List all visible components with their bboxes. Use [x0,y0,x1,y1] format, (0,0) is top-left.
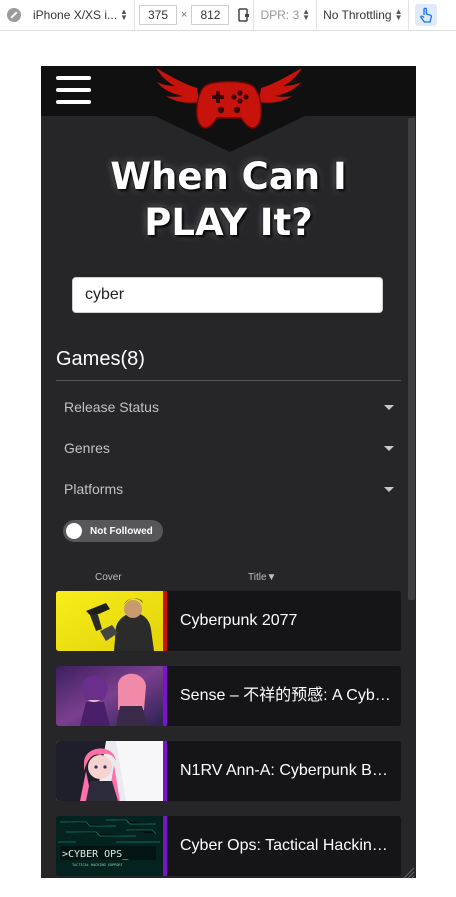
game-title: Cyberpunk 2077 [180,612,298,629]
menu-icon[interactable] [56,76,91,104]
throttle-label: No Throttling [323,8,392,22]
game-accent-stripe [163,741,167,801]
rotate-icon[interactable] [233,8,253,22]
game-row[interactable]: Sense – 不祥的预感: A Cyberpunk Ghost Story [56,666,401,726]
site-title-line1: When Can I [110,155,347,198]
devtools-toolbar: iPhone X/XS i... ▲ ▼ 375 × 812 DPR: 3 ▲ ▼ … [0,0,456,31]
game-cover-image [56,666,163,726]
game-row[interactable]: >CYBER OPS_ TACTICAL HACKING SUPPORT Cyb… [56,816,401,876]
toolbar-divider [408,0,410,30]
game-title: Sense – 不祥的预感: A Cyberpunk Ghost Story [180,687,392,704]
filter-genres[interactable]: Genres [64,437,394,459]
gamepad-wings-logo[interactable] [153,66,305,132]
svg-text:TACTICAL HACKING SUPPORT: TACTICAL HACKING SUPPORT [72,863,123,867]
search-input[interactable] [72,277,383,313]
game-cover-image [56,591,163,651]
updown-icon: ▲ ▼ [394,7,403,22]
filter-label: Genres [64,440,110,456]
games-heading: Games(8) [56,348,145,370]
caret-down-icon [384,486,394,492]
dpr-label: DPR: 3 [260,8,300,22]
scrollbar-thumb[interactable] [408,118,415,600]
toggle-label: Not Followed [90,525,153,537]
toolbar-divider [133,0,135,30]
dpr-select[interactable]: DPR: 3 ▲ ▼ [254,7,316,23]
site-title-line2: PLAY It? [144,201,313,244]
filter-platforms[interactable]: Platforms [64,478,394,500]
device-label: iPhone X/XS i... [33,8,118,22]
device-select[interactable]: iPhone X/XS i... ▲ ▼ [27,7,134,23]
column-header-title[interactable]: Title▼ [248,572,276,583]
height-input[interactable]: 812 [191,5,230,25]
updown-icon: ▲ ▼ [120,7,128,22]
filter-release-status[interactable]: Release Status [64,396,394,418]
filter-label: Release Status [64,399,159,415]
followed-toggle[interactable]: Not Followed [63,520,163,542]
svg-text:>CYBER OPS_: >CYBER OPS_ [62,849,129,860]
site-title: When Can I PLAY It? [41,154,416,246]
caret-down-icon [384,404,394,410]
width-input[interactable]: 375 [138,5,177,25]
updown-icon: ▲ ▼ [302,7,311,22]
touch-icon[interactable] [415,4,438,26]
game-accent-stripe [163,816,167,876]
toggle-knob [66,523,82,539]
game-accent-stripe [163,666,167,726]
game-title: Cyber Ops: Tactical Hacking Support [180,837,392,854]
game-title: N1RV Ann-A: Cyberpunk Bartender Action [180,762,392,779]
block-icon[interactable] [7,8,21,22]
game-row[interactable]: Cyberpunk 2077 [56,591,401,651]
game-cover-image: >CYBER OPS_ TACTICAL HACKING SUPPORT [56,816,163,876]
game-row[interactable]: N1RV Ann-A: Cyberpunk Bartender Action [56,741,401,801]
game-cover-image [56,741,163,801]
filter-label: Platforms [64,481,124,497]
game-accent-stripe [163,591,167,651]
throttle-select[interactable]: No Throttling ▲ ▼ [317,7,408,23]
times-label: × [181,9,188,21]
caret-down-icon [384,445,394,451]
column-header-cover: Cover [95,572,122,583]
device-viewport: When Can I PLAY It? Games(8) Release Sta… [41,66,416,878]
heading-divider [56,380,401,381]
resize-handle-icon[interactable] [401,865,415,879]
